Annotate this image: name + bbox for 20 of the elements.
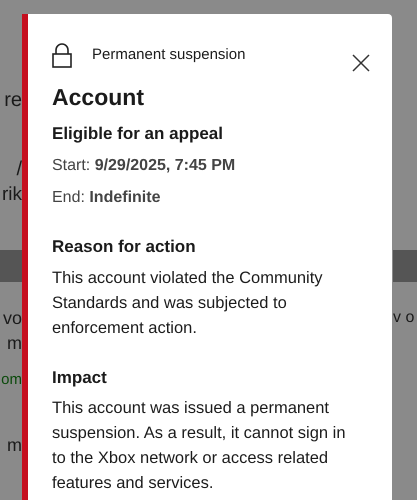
background-text: vo xyxy=(2,307,22,330)
detail-line: Start: 9/29/2025, 7:45 PM xyxy=(52,156,236,176)
background-text: m xyxy=(7,332,22,355)
background-text: v o xyxy=(393,308,414,328)
section-heading: Reason for action xyxy=(52,236,197,258)
detail-line: End: Indefinite xyxy=(52,188,162,208)
section-heading: Impact xyxy=(52,366,108,388)
section-text: This account violated the Community Standards and was subjected to enforcement action. xyxy=(52,268,324,338)
section-bar xyxy=(0,250,22,282)
background-text: re xyxy=(4,88,22,112)
appeal-status: Eligible for an appeal xyxy=(52,122,224,145)
section-text: This account was issued a permanent suspension. As a result, it cannot sign in to the Xbox network or access related features and services. xyxy=(52,398,347,494)
background-text: m xyxy=(7,434,22,457)
lock-icon xyxy=(52,42,72,68)
section-bar xyxy=(393,250,417,282)
background-text: om xyxy=(1,370,22,390)
background-text: rik xyxy=(2,183,22,207)
background-text: / xyxy=(16,157,22,181)
suspension-label: Permanent suspension xyxy=(92,44,246,65)
dialog-title: Account xyxy=(52,83,145,112)
